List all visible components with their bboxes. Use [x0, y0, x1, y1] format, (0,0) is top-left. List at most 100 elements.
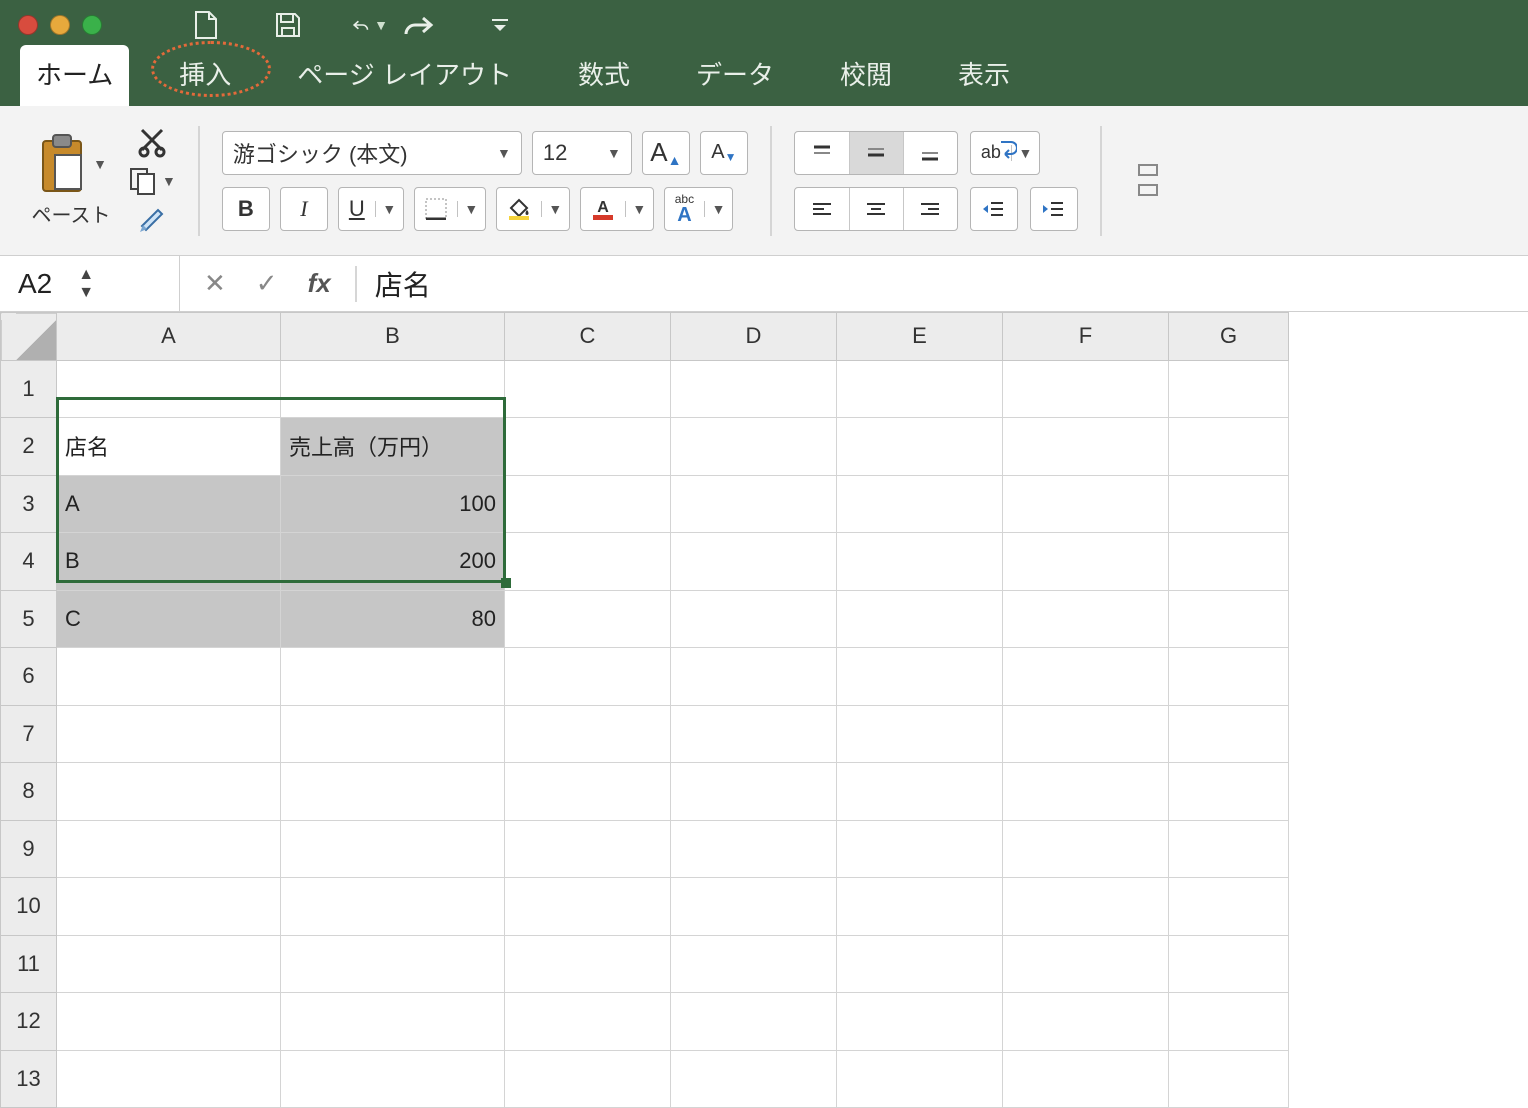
- row-header-4[interactable]: 4: [1, 533, 57, 591]
- undo-icon[interactable]: ▼: [352, 7, 388, 43]
- col-header-A[interactable]: A: [57, 313, 281, 361]
- grow-font-button[interactable]: A▲: [642, 131, 690, 175]
- cell-D3[interactable]: [671, 475, 837, 533]
- cell-C7[interactable]: [505, 705, 671, 763]
- cell-C11[interactable]: [505, 935, 671, 993]
- cell-D5[interactable]: [671, 590, 837, 648]
- borders-button[interactable]: ▼: [414, 187, 486, 231]
- sheet-grid[interactable]: A B C D E F G 1 2 店名 売上高（万円） 3 A 100 4 B…: [0, 312, 1528, 1108]
- cell-E1[interactable]: [837, 360, 1003, 418]
- wrap-text-button[interactable]: ab ▼: [970, 131, 1040, 175]
- align-left-button[interactable]: [795, 188, 849, 230]
- row-header-3[interactable]: 3: [1, 475, 57, 533]
- cell-F12[interactable]: [1003, 993, 1169, 1051]
- fill-color-button[interactable]: ▼: [496, 187, 570, 231]
- row-header-12[interactable]: 12: [1, 993, 57, 1051]
- row-header-2[interactable]: 2: [1, 418, 57, 476]
- customize-qat-icon[interactable]: [482, 7, 518, 43]
- cell-D7[interactable]: [671, 705, 837, 763]
- align-top-button[interactable]: [795, 132, 849, 174]
- close-window-button[interactable]: [18, 15, 38, 35]
- row-header-13[interactable]: 13: [1, 1050, 57, 1108]
- cell-F2[interactable]: [1003, 418, 1169, 476]
- align-bottom-button[interactable]: [903, 132, 957, 174]
- bold-button[interactable]: B: [222, 187, 270, 231]
- cell-G13[interactable]: [1169, 1050, 1289, 1108]
- cell-F1[interactable]: [1003, 360, 1169, 418]
- col-header-F[interactable]: F: [1003, 313, 1169, 361]
- row-header-10[interactable]: 10: [1, 878, 57, 936]
- cell-A9[interactable]: [57, 820, 281, 878]
- col-header-G[interactable]: G: [1169, 313, 1289, 361]
- phonetic-button[interactable]: abc A ▼: [664, 187, 733, 231]
- cell-A13[interactable]: [57, 1050, 281, 1108]
- cell-G7[interactable]: [1169, 705, 1289, 763]
- cell-G6[interactable]: [1169, 648, 1289, 706]
- align-center-button[interactable]: [849, 188, 903, 230]
- tab-data[interactable]: データ: [680, 45, 790, 106]
- cell-C12[interactable]: [505, 993, 671, 1051]
- cell-G3[interactable]: [1169, 475, 1289, 533]
- cell-F6[interactable]: [1003, 648, 1169, 706]
- cell-A3[interactable]: A: [57, 475, 281, 533]
- cell-C10[interactable]: [505, 878, 671, 936]
- cell-G10[interactable]: [1169, 878, 1289, 936]
- cell-B1[interactable]: [281, 360, 505, 418]
- cell-G8[interactable]: [1169, 763, 1289, 821]
- row-header-11[interactable]: 11: [1, 935, 57, 993]
- cell-G2[interactable]: [1169, 418, 1289, 476]
- copy-icon[interactable]: ▼: [128, 166, 176, 196]
- cell-F5[interactable]: [1003, 590, 1169, 648]
- cell-F7[interactable]: [1003, 705, 1169, 763]
- cell-C2[interactable]: [505, 418, 671, 476]
- redo-icon[interactable]: [400, 7, 436, 43]
- cell-B12[interactable]: [281, 993, 505, 1051]
- new-file-icon[interactable]: [188, 7, 224, 43]
- minimize-window-button[interactable]: [50, 15, 70, 35]
- row-header-8[interactable]: 8: [1, 763, 57, 821]
- format-painter-icon[interactable]: [136, 204, 168, 236]
- name-box[interactable]: A2 ▲▼: [0, 256, 180, 312]
- cell-E6[interactable]: [837, 648, 1003, 706]
- col-header-E[interactable]: E: [837, 313, 1003, 361]
- cell-D13[interactable]: [671, 1050, 837, 1108]
- cell-C5[interactable]: [505, 590, 671, 648]
- cell-E10[interactable]: [837, 878, 1003, 936]
- cell-E11[interactable]: [837, 935, 1003, 993]
- tab-insert[interactable]: 挿入: [163, 45, 247, 106]
- col-header-D[interactable]: D: [671, 313, 837, 361]
- cell-B5[interactable]: 80: [281, 590, 505, 648]
- cell-B8[interactable]: [281, 763, 505, 821]
- cell-D8[interactable]: [671, 763, 837, 821]
- row-header-7[interactable]: 7: [1, 705, 57, 763]
- tab-home[interactable]: ホーム: [20, 45, 129, 106]
- zoom-window-button[interactable]: [82, 15, 102, 35]
- col-header-B[interactable]: B: [281, 313, 505, 361]
- cell-A2[interactable]: 店名: [57, 418, 281, 476]
- cell-G1[interactable]: [1169, 360, 1289, 418]
- cell-D10[interactable]: [671, 878, 837, 936]
- decrease-indent-button[interactable]: [970, 187, 1018, 231]
- cell-C4[interactable]: [505, 533, 671, 591]
- cell-E8[interactable]: [837, 763, 1003, 821]
- cell-A10[interactable]: [57, 878, 281, 936]
- cell-C3[interactable]: [505, 475, 671, 533]
- cell-E9[interactable]: [837, 820, 1003, 878]
- cell-D4[interactable]: [671, 533, 837, 591]
- cell-E4[interactable]: [837, 533, 1003, 591]
- cell-B6[interactable]: [281, 648, 505, 706]
- cell-D11[interactable]: [671, 935, 837, 993]
- cell-F3[interactable]: [1003, 475, 1169, 533]
- paste-icon[interactable]: [35, 133, 89, 195]
- cell-F13[interactable]: [1003, 1050, 1169, 1108]
- cell-F9[interactable]: [1003, 820, 1169, 878]
- cell-E7[interactable]: [837, 705, 1003, 763]
- formula-input[interactable]: [357, 256, 1528, 311]
- cell-B10[interactable]: [281, 878, 505, 936]
- cancel-formula-icon[interactable]: ✕: [204, 268, 226, 299]
- cell-B13[interactable]: [281, 1050, 505, 1108]
- cell-B11[interactable]: [281, 935, 505, 993]
- cell-A5[interactable]: C: [57, 590, 281, 648]
- cell-F4[interactable]: [1003, 533, 1169, 591]
- cell-G4[interactable]: [1169, 533, 1289, 591]
